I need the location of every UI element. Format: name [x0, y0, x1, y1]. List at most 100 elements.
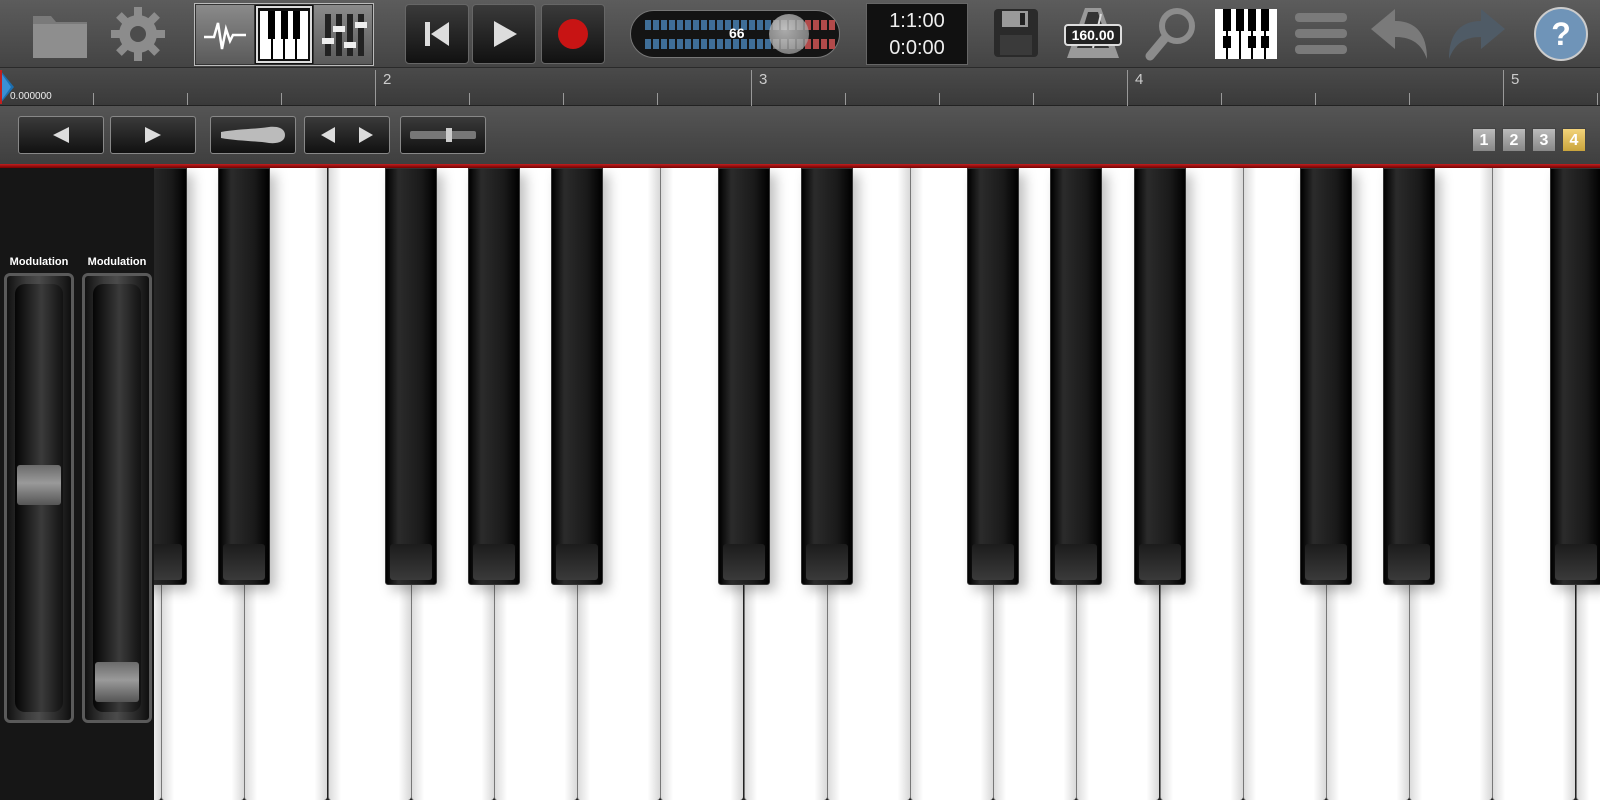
rewind-to-start-button[interactable]	[405, 4, 469, 64]
ruler-beat-tick	[939, 93, 940, 105]
wheel-thumb[interactable]	[95, 662, 139, 702]
app-window: 66 1:1:00 0:0:00 160.00 ? 2 3 4 5 0.0000…	[0, 0, 1600, 800]
help-icon[interactable]: ?	[1532, 4, 1590, 64]
ruler-beat-tick	[93, 93, 94, 105]
keyboard-view-button[interactable]	[255, 5, 313, 64]
meter-segment	[717, 20, 723, 30]
wheel-panel: Modulation Modulation	[0, 168, 154, 800]
meter-segment	[677, 20, 683, 30]
keyboard-layout-icon[interactable]	[1213, 7, 1279, 61]
undo-icon[interactable]	[1366, 4, 1432, 64]
waveform-icon	[204, 22, 246, 49]
timeline-ruler[interactable]: 2 3 4 5	[0, 68, 1600, 106]
page-tabs: 1234	[1472, 128, 1586, 152]
mixer-view-button[interactable]	[314, 5, 372, 64]
meter-segment	[717, 39, 723, 49]
waveform-view-button[interactable]	[196, 5, 254, 64]
meter-segment	[653, 20, 659, 30]
ruler-beat-tick	[1315, 93, 1316, 105]
ruler-beat-tick	[657, 93, 658, 105]
page-tab-4[interactable]: 4	[1562, 128, 1586, 152]
meter-segment	[661, 20, 667, 30]
gear-icon[interactable]	[106, 4, 170, 64]
black-key[interactable]	[1383, 168, 1435, 585]
play-button[interactable]	[472, 4, 536, 64]
volume-value: 66	[729, 25, 745, 41]
black-key[interactable]	[551, 168, 603, 585]
octave-up-button[interactable]	[110, 116, 196, 154]
scroll-keys-button[interactable]	[304, 116, 390, 154]
page-tab-2[interactable]: 2	[1502, 128, 1526, 152]
volume-knob[interactable]	[769, 14, 809, 54]
play-icon	[494, 21, 517, 47]
black-key[interactable]	[1050, 168, 1102, 585]
black-key[interactable]	[718, 168, 770, 585]
meter-segment	[669, 39, 675, 49]
record-icon	[558, 19, 588, 49]
slider-icon	[410, 128, 476, 142]
meter-segment	[661, 39, 667, 49]
time-display: 1:1:00 0:0:00	[866, 3, 968, 65]
ruler-beat-tick	[469, 93, 470, 105]
wheel-thumb[interactable]	[17, 465, 61, 506]
folder-icon[interactable]	[30, 5, 90, 63]
mixer-sliders-icon	[322, 13, 367, 56]
tempo-readout[interactable]: 160.00	[1064, 24, 1122, 46]
octave-down-button[interactable]	[18, 116, 104, 154]
black-key[interactable]	[154, 168, 187, 585]
black-key[interactable]	[1550, 168, 1600, 585]
menu-icon[interactable]	[1292, 8, 1350, 60]
black-key[interactable]	[468, 168, 520, 585]
black-key[interactable]	[1134, 168, 1186, 585]
meter-segment	[709, 20, 715, 30]
meter-segment	[757, 39, 763, 49]
meter-segment	[677, 39, 683, 49]
save-icon[interactable]	[990, 5, 1042, 61]
meter-segment	[653, 39, 659, 49]
meter-segment	[685, 39, 691, 49]
ruler-beat-tick	[281, 93, 282, 105]
playhead-position-label: 0.000000	[10, 91, 52, 102]
ruler-beat-tick	[563, 93, 564, 105]
meter-segment	[645, 20, 651, 30]
ruler-bar-number: 3	[759, 71, 768, 88]
piano-keyboard[interactable]	[154, 168, 1600, 800]
zoom-icon[interactable]	[1144, 5, 1200, 63]
key-shape-icon	[221, 126, 285, 144]
black-key[interactable]	[385, 168, 437, 585]
meter-segment	[669, 20, 675, 30]
slider-toggle-button[interactable]	[400, 116, 486, 154]
meter-segment	[829, 39, 835, 49]
modulation-wheel-1[interactable]	[4, 273, 74, 723]
ruler-bar-number: 4	[1135, 71, 1144, 88]
ruler-bar-line	[1127, 70, 1128, 106]
meter-segment	[693, 20, 699, 30]
record-button[interactable]	[541, 4, 605, 64]
meter-segment	[693, 39, 699, 49]
main-toolbar: 66 1:1:00 0:0:00 160.00 ?	[0, 0, 1600, 68]
volume-slider[interactable]: 66	[630, 10, 840, 58]
bar-position-readout: 1:1:00	[889, 10, 945, 32]
ruler-beat-tick	[187, 93, 188, 105]
meter-segment	[829, 20, 835, 30]
black-key[interactable]	[801, 168, 853, 585]
redo-icon[interactable]	[1444, 4, 1510, 64]
time-readout: 0:0:00	[889, 37, 945, 59]
key-size-button[interactable]	[210, 116, 296, 154]
black-key[interactable]	[218, 168, 270, 585]
meter-segment	[821, 39, 827, 49]
page-tab-3[interactable]: 3	[1532, 128, 1556, 152]
modulation-wheel-2[interactable]	[82, 273, 152, 723]
page-tab-1[interactable]: 1	[1472, 128, 1496, 152]
black-key[interactable]	[967, 168, 1019, 585]
black-key[interactable]	[1300, 168, 1352, 585]
piano-keys-icon	[260, 10, 308, 59]
left-right-arrows-icon	[321, 127, 373, 143]
ruler-beat-tick	[1033, 93, 1034, 105]
view-switcher	[194, 3, 374, 66]
meter-segment	[757, 20, 763, 30]
ruler-bar-line	[751, 70, 752, 106]
meter-segment	[813, 39, 819, 49]
svg-text:?: ?	[1551, 16, 1571, 52]
ruler-bar-number: 5	[1511, 71, 1520, 88]
